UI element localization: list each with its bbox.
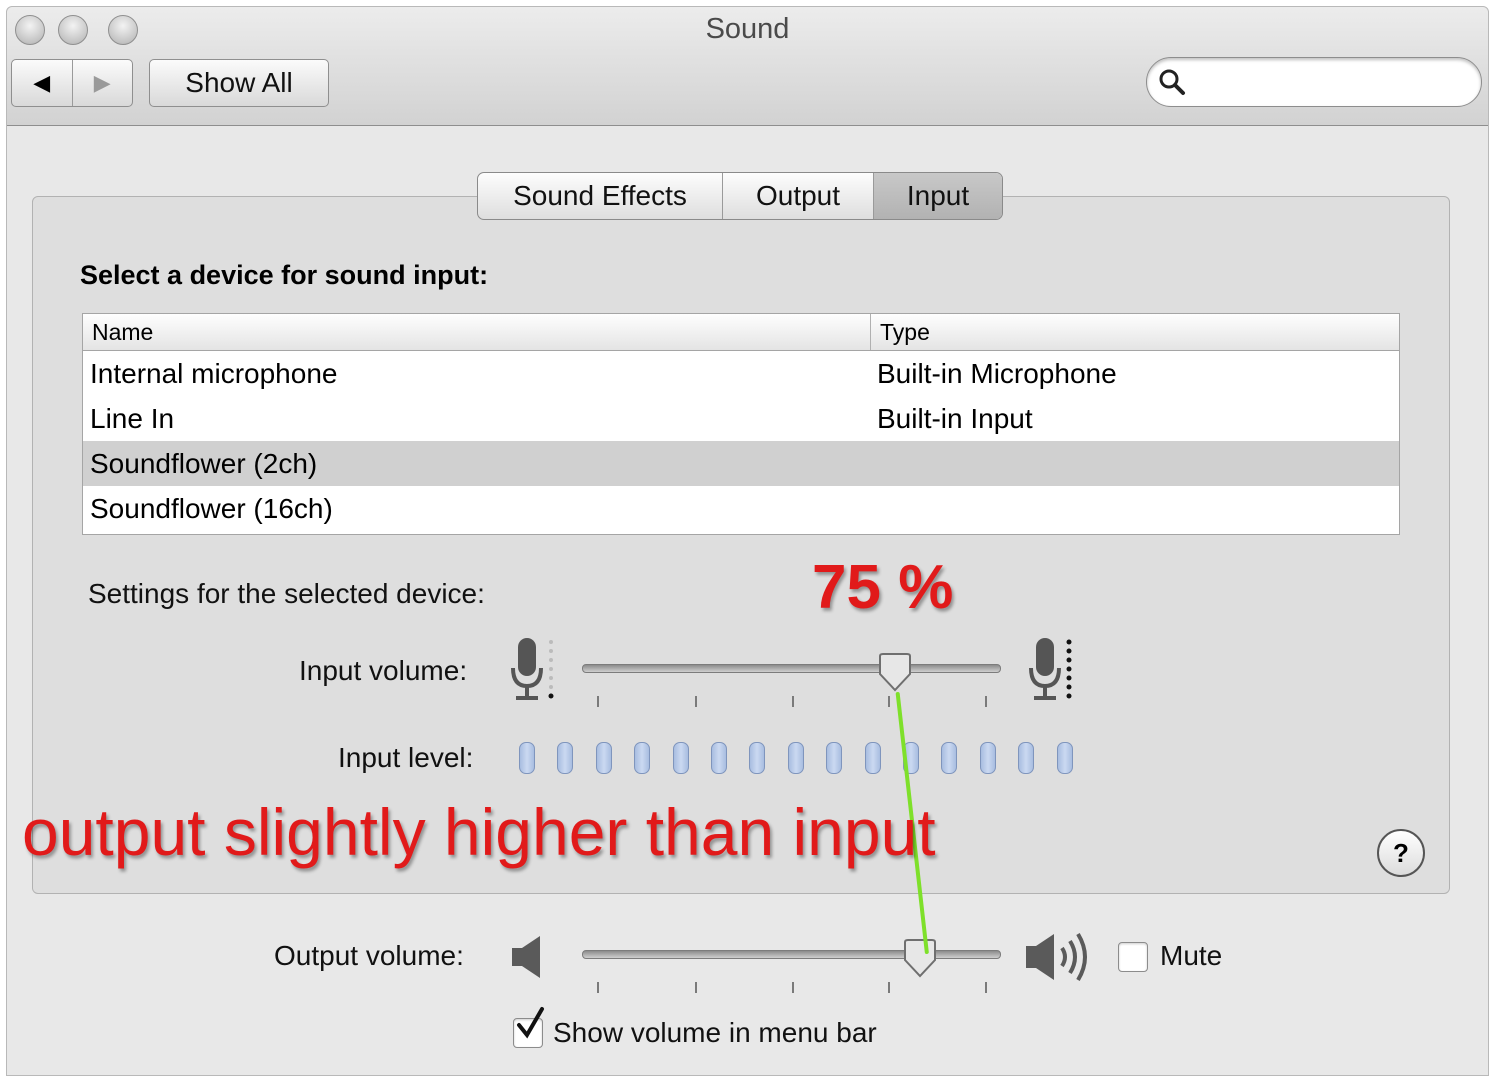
note-annotation: output slightly higher than input [22,795,936,869]
annotation-connector-line [895,692,929,954]
percent-annotation: 75 % [812,553,954,622]
